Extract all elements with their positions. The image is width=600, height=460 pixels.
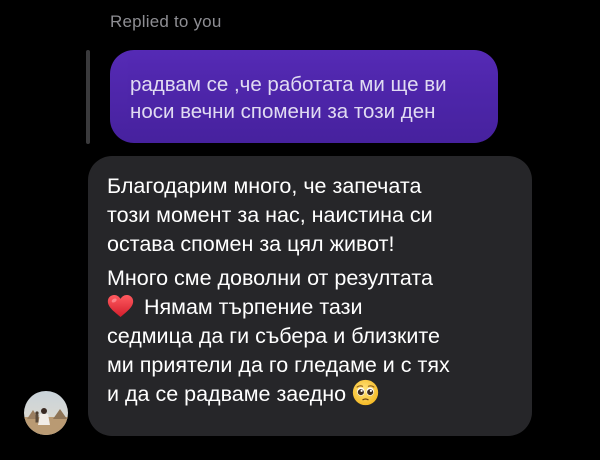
pleading-face-icon [352, 379, 379, 405]
message-line: Много сме доволни от резултата [107, 266, 433, 290]
message-paragraph: Много сме доволни от резултата Нямам тър… [107, 264, 514, 409]
message-line: този момент за нас, наистина си [107, 203, 433, 227]
message-paragraph: Благодарим много, че запечата този момен… [107, 172, 514, 259]
message-line: седмица да ги събера и близките [107, 324, 440, 348]
red-heart-icon [107, 295, 134, 318]
message-line-with-heart: Нямам търпение тази [107, 293, 514, 322]
message-bubble[interactable]: Благодарим много, че запечата този момен… [88, 156, 532, 436]
message-line-with-emoji: и да се радваме заедно [107, 379, 514, 409]
quoted-line: радвам се ,че работата ми ще ви [130, 73, 447, 96]
quoted-line: носи вечни спомени за този ден [130, 100, 436, 123]
message-line: остава спомен за цял живот! [107, 232, 395, 256]
message-text: и да се радваме заедно [107, 382, 347, 406]
message-line: Благодарим много, че запечата [107, 174, 422, 198]
avatar[interactable] [24, 391, 68, 435]
message-text: Нямам търпение тази [144, 295, 363, 319]
avatar-photo [24, 391, 68, 435]
message-line: ми приятели да го гледаме и с тях [107, 353, 450, 377]
replied-to-you-label: Replied to you [110, 12, 222, 31]
quoted-message-bubble[interactable]: радвам се ,че работата ми ще ви носи веч… [110, 50, 498, 143]
reply-indicator-bar [86, 50, 90, 144]
